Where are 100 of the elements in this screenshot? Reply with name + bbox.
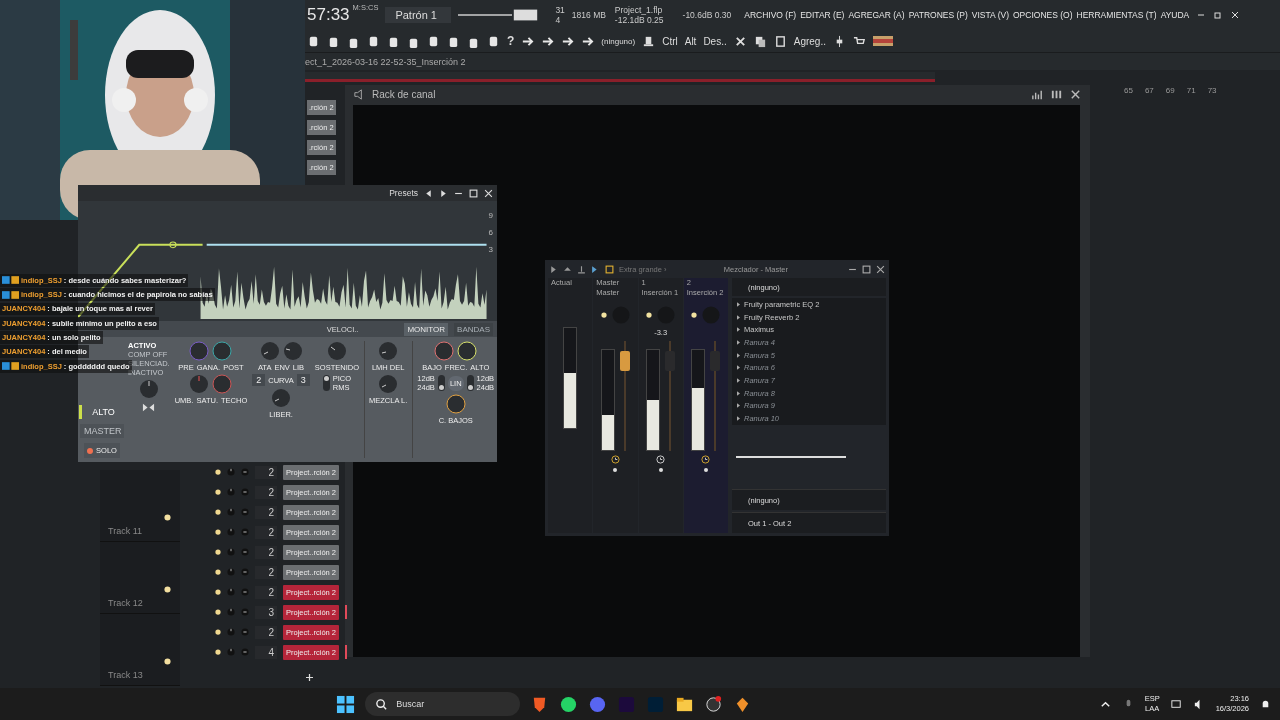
volume-knob[interactable] xyxy=(241,608,249,616)
expand-icon[interactable] xyxy=(737,314,740,320)
channel-led-icon[interactable] xyxy=(215,489,221,495)
led-icon[interactable] xyxy=(646,312,653,318)
clock-icon[interactable] xyxy=(656,455,666,464)
pan-knob[interactable] xyxy=(227,588,235,596)
pan-knob[interactable] xyxy=(227,568,235,576)
menu-item[interactable]: OPCIONES (O) xyxy=(1013,10,1073,20)
band-button[interactable]: ALTO xyxy=(78,405,126,419)
curve-spinner[interactable]: 2 xyxy=(252,374,266,386)
pan-knob[interactable] xyxy=(227,548,235,556)
mode-tab[interactable]: BANDAS xyxy=(454,322,493,336)
mixer-track-number[interactable]: 3 xyxy=(255,605,277,619)
menu-item[interactable]: HERRAMIENTAS (T) xyxy=(1076,10,1157,20)
menu-item[interactable]: EDITAR (E) xyxy=(800,10,845,20)
add-icon[interactable] xyxy=(306,674,313,681)
pan-knob[interactable] xyxy=(227,628,235,636)
channel-led-icon[interactable] xyxy=(215,509,221,515)
mode-tab[interactable]: MONITOR xyxy=(404,322,449,336)
previous-icon[interactable] xyxy=(424,188,433,198)
next-icon[interactable] xyxy=(439,188,448,198)
pan-knob[interactable] xyxy=(227,508,235,516)
knob[interactable] xyxy=(212,341,233,361)
knob[interactable] xyxy=(445,394,466,414)
key-button[interactable]: Des.. xyxy=(703,35,727,47)
volume-knob[interactable] xyxy=(241,568,249,576)
mixer-track-number[interactable]: 2 xyxy=(255,505,277,519)
mixer-track-number[interactable]: 2 xyxy=(255,625,277,639)
maximize-icon[interactable] xyxy=(862,264,871,274)
route-icon[interactable] xyxy=(591,264,600,274)
dot-icon[interactable] xyxy=(658,468,663,472)
volume-knob[interactable] xyxy=(241,488,249,496)
expand-icon[interactable] xyxy=(737,403,740,409)
indicator-icon[interactable] xyxy=(164,586,171,593)
band-button[interactable]: MASTER xyxy=(80,424,124,438)
upload-icon[interactable] xyxy=(577,264,586,274)
mixer-track-number[interactable]: 2 xyxy=(255,545,277,559)
mixer-track-number[interactable]: 2 xyxy=(255,565,277,579)
pan-knob[interactable] xyxy=(227,488,235,496)
menu-item[interactable]: VISTA (V) xyxy=(971,10,1009,20)
fader-handle[interactable] xyxy=(665,351,676,371)
toggle-switch[interactable] xyxy=(322,375,330,391)
mixer-track-number[interactable]: 4 xyxy=(255,645,277,659)
stereo-icon[interactable] xyxy=(142,401,156,414)
presets-menu[interactable]: Presets xyxy=(389,188,418,198)
add-button[interactable]: Agreg.. xyxy=(793,35,826,47)
channel-led-icon[interactable] xyxy=(215,649,221,655)
expand-icon[interactable] xyxy=(737,416,740,422)
led-icon[interactable] xyxy=(600,312,607,318)
fader-handle[interactable] xyxy=(710,351,721,371)
channel-led-icon[interactable] xyxy=(215,569,221,575)
help-button[interactable]: ? xyxy=(507,34,515,48)
menu-item[interactable]: ARCHIVO (F) xyxy=(744,10,797,20)
start-icon[interactable] xyxy=(336,694,356,714)
menu-item[interactable]: AYUDA xyxy=(1160,10,1190,20)
volume-knob[interactable] xyxy=(241,588,249,596)
pattern-selector[interactable]: Patrón 1 xyxy=(385,7,452,23)
led-icon[interactable] xyxy=(691,312,698,318)
mixer-track-number[interactable]: 2 xyxy=(255,585,277,599)
fader-handle[interactable] xyxy=(619,351,630,371)
channel-led-icon[interactable] xyxy=(215,549,221,555)
mixer-track-number[interactable]: 2 xyxy=(255,485,277,499)
channel-led-icon[interactable] xyxy=(215,609,221,615)
key-button[interactable]: Ctrl xyxy=(662,35,678,47)
volume-knob[interactable] xyxy=(241,468,249,476)
knob[interactable] xyxy=(434,341,455,361)
volume-knob[interactable] xyxy=(241,508,249,516)
pan-knob[interactable] xyxy=(227,468,235,476)
volume-knob[interactable] xyxy=(241,628,249,636)
expand-icon[interactable] xyxy=(737,352,740,358)
indicator-icon[interactable] xyxy=(164,658,171,665)
menu-item[interactable]: PATRONES (P) xyxy=(908,10,968,20)
pan-knob[interactable] xyxy=(227,528,235,536)
volume-knob[interactable] xyxy=(241,548,249,556)
restore-icon[interactable] xyxy=(1213,10,1224,20)
clock-icon[interactable] xyxy=(701,455,711,464)
volume-knob[interactable] xyxy=(241,648,249,656)
close-icon[interactable] xyxy=(876,264,885,274)
channel-led-icon[interactable] xyxy=(215,529,221,535)
expand-icon[interactable] xyxy=(737,390,740,396)
indicator-icon[interactable] xyxy=(164,514,171,521)
search-field[interactable]: Buscar xyxy=(365,692,521,716)
clock-icon[interactable] xyxy=(610,455,620,464)
plugin-picker[interactable]: (ninguno) xyxy=(601,36,636,46)
volume-knob[interactable] xyxy=(241,528,249,536)
curve-spinner[interactable]: 3 xyxy=(296,374,310,386)
play-icon[interactable] xyxy=(549,264,558,274)
toggle-switch[interactable] xyxy=(437,375,445,391)
channel-led-icon[interactable] xyxy=(215,629,221,635)
menu-item[interactable]: AGREGAR (A) xyxy=(848,10,905,20)
mixer-track-number[interactable]: 2 xyxy=(255,465,277,479)
mixer-track-number[interactable]: 2 xyxy=(255,525,277,539)
toggle-switch[interactable] xyxy=(466,375,474,391)
close-icon[interactable] xyxy=(1230,10,1241,20)
pan-knob[interactable] xyxy=(227,648,235,656)
dot-icon[interactable] xyxy=(613,468,618,472)
knob[interactable] xyxy=(138,379,159,399)
expand-icon[interactable] xyxy=(737,301,740,307)
key-button[interactable]: Alt xyxy=(684,35,697,47)
copy-icon[interactable] xyxy=(753,34,767,48)
